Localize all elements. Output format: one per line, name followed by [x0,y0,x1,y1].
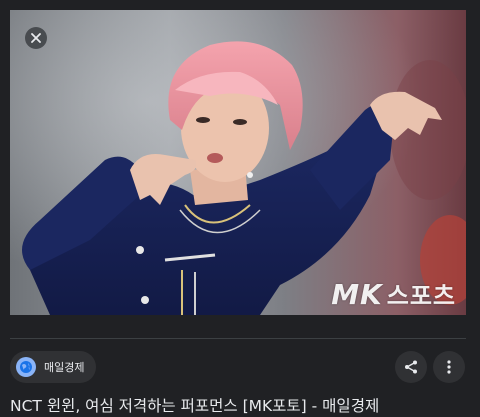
divider [10,338,466,339]
watermark-brand: MK [331,278,383,311]
share-icon [405,360,417,374]
globe-icon [16,357,36,377]
image-preview-panel: MK 스포츠 매일경제 NCT 윈윈, 여심 저격하는 퍼포먼스 [MK포토] … [0,0,480,417]
article-title[interactable]: NCT 윈윈, 여심 저격하는 퍼포먼스 [MK포토] - 매일경제 [10,394,379,416]
more-vert-icon [447,360,451,374]
watermark-section: 스포츠 [386,282,456,310]
more-options-button[interactable] [433,351,465,383]
preview-image[interactable]: MK 스포츠 [10,10,466,315]
image-watermark: MK 스포츠 [331,276,456,311]
share-button[interactable] [395,351,427,383]
close-icon [31,33,41,43]
source-name: 매일경제 [44,361,85,374]
performer-photo [10,10,466,315]
source-chip[interactable]: 매일경제 [10,351,97,383]
close-button[interactable] [25,27,47,49]
